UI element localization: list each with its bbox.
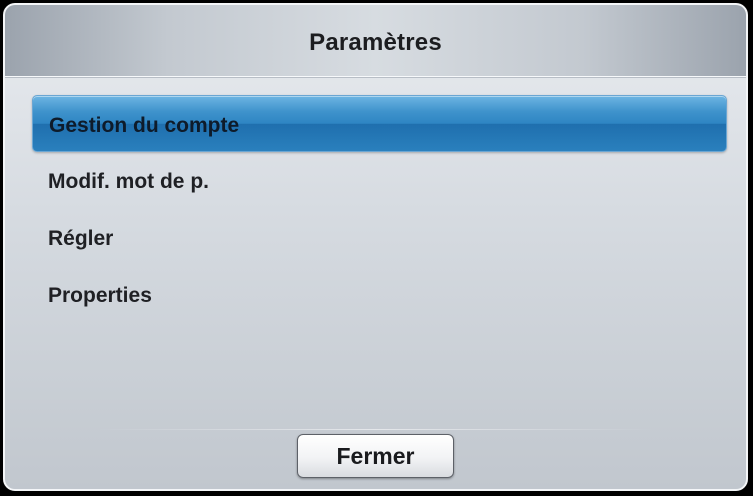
close-button[interactable]: Fermer [297, 434, 454, 478]
menu-item-account-management[interactable]: Gestion du compte [32, 95, 727, 152]
settings-dialog: Paramètres Gestion du compte Modif. mot … [3, 3, 748, 491]
menu-item-adjust[interactable]: Régler [32, 209, 727, 266]
menu-item-change-password[interactable]: Modif. mot de p. [32, 152, 727, 209]
footer-divider [95, 429, 656, 430]
menu-item-properties[interactable]: Properties [32, 266, 727, 323]
title-bar: Paramètres [5, 5, 746, 77]
dialog-title: Paramètres [309, 29, 442, 56]
settings-menu: Gestion du compte Modif. mot de p. Régle… [32, 95, 727, 323]
